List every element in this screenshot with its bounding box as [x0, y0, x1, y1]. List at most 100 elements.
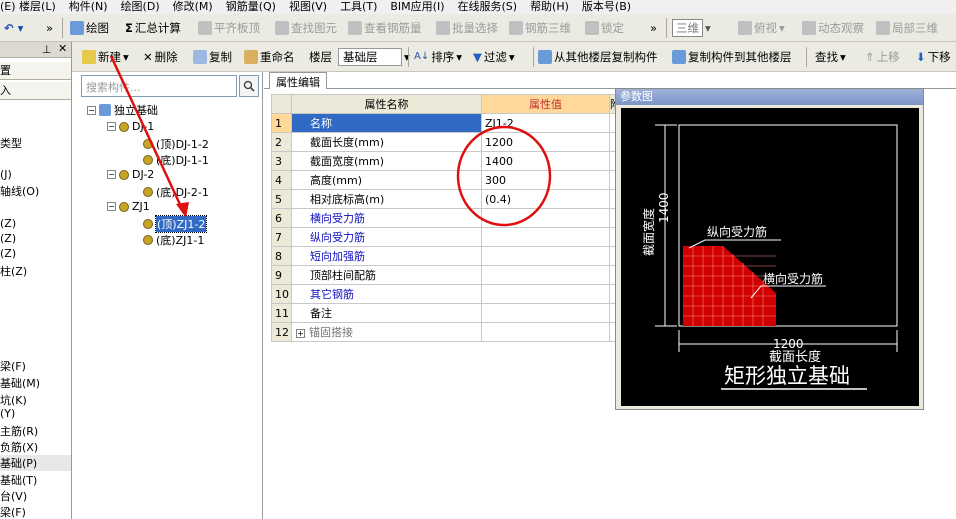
menu-item-7[interactable]: BIM应用(I)	[390, 0, 444, 13]
table-row[interactable]: 1 名称 ZJ1-2	[271, 113, 622, 133]
new-button[interactable]: 新建 ▾	[82, 42, 129, 71]
menu-item-8[interactable]: 在线服务(S)	[457, 0, 517, 13]
property-value[interactable]: (0.4)	[481, 189, 610, 209]
nav-item[interactable]: 类型	[0, 135, 71, 151]
property-value[interactable]: 1200	[481, 132, 610, 152]
local-3d-button[interactable]: 局部三维	[876, 14, 938, 41]
menu-item-10[interactable]: 版本号(B)	[582, 0, 631, 13]
table-row[interactable]: 9 顶部柱间配筋	[271, 265, 622, 285]
tree-node[interactable]: − DJ-1	[107, 120, 154, 133]
rebar-3d-button[interactable]: 钢筋三维	[509, 14, 571, 41]
collapse-icon[interactable]: −	[107, 170, 116, 179]
table-row[interactable]: 5 相对底标高(m) (0.4)	[271, 189, 622, 209]
property-value[interactable]	[481, 246, 610, 266]
nav-item[interactable]: 基础(M)	[0, 375, 71, 391]
tree-leaf-selected[interactable]: (顶)ZJ1-2	[143, 215, 208, 233]
nav-item[interactable]: 台(V)	[0, 488, 71, 504]
find-button[interactable]: 查找 ▾	[815, 42, 846, 71]
tree-node[interactable]: − DJ-2	[107, 168, 154, 181]
property-value[interactable]: 1400	[481, 151, 610, 171]
move-up-button[interactable]: ⇑ 上移	[865, 42, 900, 71]
delete-button[interactable]: ✕ 删除	[143, 42, 178, 71]
menu-item-1[interactable]: 构件(N)	[69, 0, 108, 13]
property-value[interactable]	[481, 265, 610, 285]
undo-button[interactable]: ↶ ▾	[4, 14, 23, 41]
table-row[interactable]: 12 + 锚固搭接	[271, 322, 622, 342]
close-icon[interactable]: ✕	[58, 42, 67, 55]
property-value[interactable]	[481, 227, 610, 247]
nav-item[interactable]: (Y)	[0, 407, 71, 420]
tree-leaf[interactable]: (底)DJ-2-1	[143, 184, 209, 200]
collapse-icon[interactable]: −	[107, 202, 116, 211]
nav-item[interactable]: 轴线(O)	[0, 183, 71, 199]
nav-item[interactable]: 梁(F)	[0, 358, 71, 374]
tree-leaf[interactable]: (底)DJ-1-1	[143, 152, 209, 168]
tree-node[interactable]: − ZJ1	[107, 200, 150, 213]
menu-item-9[interactable]: 帮助(H)	[530, 0, 569, 13]
menu-item-2[interactable]: 绘图(D)	[121, 0, 160, 13]
property-value[interactable]: 300	[481, 170, 610, 190]
nav-item[interactable]: 柱(Z)	[0, 263, 71, 279]
tree-root[interactable]: − 独立基础	[87, 102, 158, 118]
collapse-icon[interactable]: −	[87, 105, 96, 115]
view-3d-select[interactable]: 三维 ▾	[672, 14, 711, 41]
table-row[interactable]: 3 截面宽度(mm) 1400	[271, 151, 622, 171]
table-row[interactable]: 8 短向加强筋	[271, 246, 622, 266]
nav-item[interactable]: 坑(K)	[0, 392, 71, 408]
dynamic-view-button[interactable]: 动态观察	[802, 14, 864, 41]
tree-leaf[interactable]: (顶)DJ-1-2	[143, 136, 209, 152]
nav-item[interactable]: (Z)	[0, 247, 71, 260]
rename-button[interactable]: 重命名	[244, 42, 295, 71]
table-row[interactable]: 6 横向受力筋	[271, 208, 622, 228]
nav-item[interactable]: 负筋(X)	[0, 439, 71, 455]
tree-leaf[interactable]: (底)ZJ1-1	[143, 232, 204, 248]
table-row[interactable]: 4 高度(mm) 300	[271, 170, 622, 190]
expand-icon[interactable]: +	[296, 329, 305, 338]
menu-item-0[interactable]: (E) 楼层(L)	[0, 0, 56, 13]
nav-item[interactable]: 基础(P)	[0, 455, 71, 471]
table-row[interactable]: 11 备注	[271, 303, 622, 323]
search-icon[interactable]	[239, 75, 259, 97]
property-value[interactable]	[481, 208, 610, 228]
menu-item-3[interactable]: 修改(M)	[173, 0, 213, 13]
view-rebar-button[interactable]: 查看钢筋量	[348, 14, 422, 41]
nav-item[interactable]: 梁(F)	[0, 504, 71, 519]
sort-button[interactable]: A↓ 排序 ▾	[414, 42, 462, 71]
menu-item-4[interactable]: 钢筋量(Q)	[226, 0, 276, 13]
floor-select[interactable]: 基础层 ▾	[338, 42, 410, 71]
property-value[interactable]: ZJ1-2	[481, 113, 610, 133]
nav-item[interactable]: 主筋(R)	[0, 423, 71, 439]
summary-button[interactable]: Σ 汇总计算	[125, 14, 181, 41]
copy-button[interactable]: 复制	[193, 42, 232, 71]
table-row[interactable]: 10 其它钢筋	[271, 284, 622, 304]
more-chevron-icon[interactable]: »	[46, 14, 53, 41]
move-down-button[interactable]: ⬇ 下移	[916, 42, 951, 71]
property-value[interactable]	[481, 322, 610, 342]
batch-select-button[interactable]: 批量选择	[436, 14, 498, 41]
menu-item-5[interactable]: 视图(V)	[289, 0, 327, 13]
table-row[interactable]: 2 截面长度(mm) 1200	[271, 132, 622, 152]
nav-item[interactable]: 入	[0, 82, 71, 100]
top-view-button[interactable]: 俯视 ▾	[738, 14, 785, 41]
search-input[interactable]: 搜索构件...	[81, 75, 237, 97]
copy-from-floor-button[interactable]: 从其他楼层复制构件	[538, 42, 658, 71]
table-row[interactable]: 7 纵向受力筋	[271, 227, 622, 247]
find-element-button[interactable]: 查找图元	[275, 14, 337, 41]
tab-property-edit[interactable]: 属性编辑	[269, 72, 327, 89]
filter-button[interactable]: ▼ 过滤 ▾	[473, 42, 515, 71]
menu-item-6[interactable]: 工具(T)	[340, 0, 377, 13]
nav-item[interactable]: (Z)	[0, 217, 71, 230]
lock-button[interactable]: 锁定	[585, 14, 624, 41]
copy-to-floor-button[interactable]: 复制构件到其他楼层	[672, 42, 792, 71]
nav-item[interactable]: 基础(T)	[0, 472, 71, 488]
nav-item[interactable]: (Z)	[0, 232, 71, 245]
property-value[interactable]	[481, 284, 610, 304]
collapse-icon[interactable]: −	[107, 122, 116, 131]
nav-item[interactable]: 置	[0, 62, 71, 80]
more-chevron-icon-2[interactable]: »	[650, 14, 657, 41]
pin-icon[interactable]: ⊥	[42, 43, 52, 56]
nav-item[interactable]: (J)	[0, 168, 71, 181]
draw-button[interactable]: 绘图	[70, 14, 109, 41]
property-value[interactable]	[481, 303, 610, 323]
level-slab-button[interactable]: 平齐板顶	[198, 14, 260, 41]
